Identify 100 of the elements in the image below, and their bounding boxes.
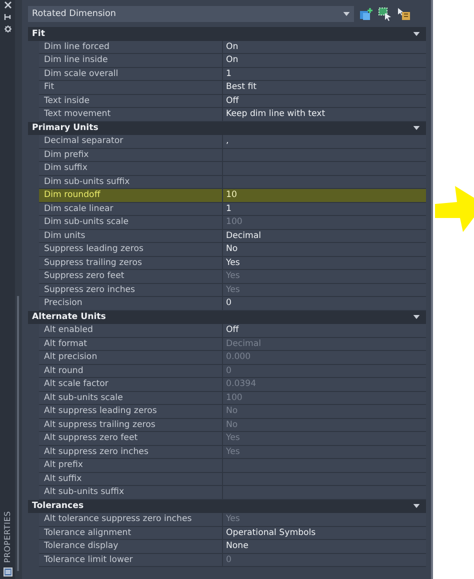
property-value: On [225, 54, 240, 66]
property-label: Tolerance display [39, 540, 223, 552]
property-label: Dim suffix [39, 162, 223, 174]
property-label: Alt suppress leading zeros [39, 405, 223, 418]
property-label: Text inside [39, 94, 223, 107]
property-row[interactable]: Tolerance alignment Operational Symbols [39, 526, 426, 540]
property-label: Dim prefix [39, 148, 223, 161]
property-value: 100 [225, 392, 244, 404]
select-objects-icon[interactable] [378, 6, 392, 20]
property-value: None [225, 540, 250, 552]
property-label: Dim scale overall [39, 68, 223, 80]
property-value: Yes [225, 513, 241, 526]
property-value: Decimal [225, 338, 262, 350]
property-label: Dim line inside [39, 54, 223, 66]
property-row[interactable]: Suppress trailing zeros Yes [39, 256, 426, 270]
caret-icon [413, 126, 420, 130]
property-row[interactable]: Dim units Decimal [39, 230, 426, 243]
property-value: Yes [225, 256, 241, 269]
property-value: No [225, 405, 239, 418]
property-value: No [225, 418, 239, 431]
property-label: Dim sub-units suffix [39, 176, 223, 188]
property-row[interactable]: Fit Best fit [39, 81, 426, 94]
property-label: Alt prefix [39, 459, 223, 472]
property-value: Keep dim line with text [225, 108, 326, 120]
property-label: Suppress leading zeros [39, 243, 223, 256]
close-icon[interactable] [4, 1, 12, 9]
property-label: Alt format [39, 338, 223, 350]
property-label: Alt suppress zero feet [39, 432, 223, 444]
property-label: Alt scale factor [39, 378, 223, 390]
property-value: Yes [225, 284, 241, 296]
add-icon[interactable] [359, 6, 373, 20]
property-label: Dim scale linear [39, 202, 223, 215]
property-value: 1 [225, 202, 232, 215]
property-value: 0 [225, 297, 232, 310]
property-row[interactable]: Decimal separator , [39, 135, 426, 148]
property-value: 0 [225, 554, 232, 566]
property-label: Suppress zero inches [39, 284, 223, 296]
property-row[interactable]: Dim scale linear 1 [39, 202, 426, 216]
property-label: Text movement [39, 108, 223, 120]
property-value: Yes [225, 270, 241, 282]
property-row[interactable]: Tolerance display None [39, 540, 426, 554]
property-row[interactable]: Text movement Keep dim line with text [39, 108, 426, 122]
section-header[interactable]: Alternate Units [28, 310, 426, 324]
property-label: Dim roundoff [39, 189, 223, 202]
property-label: Alt tolerance suppress zero inches [39, 513, 223, 526]
property-row[interactable]: Dim roundoff 10 [39, 189, 426, 202]
property-label: Tolerance limit lower [39, 554, 223, 566]
property-value: 10 [225, 189, 238, 202]
property-row[interactable]: Alt suffix [39, 472, 426, 486]
property-value: No [225, 243, 239, 256]
property-label: Alt sub-units suffix [39, 486, 223, 498]
property-label: Alt enabled [39, 324, 223, 336]
property-value: 100 [225, 216, 244, 228]
property-row[interactable]: Alt prefix [39, 459, 426, 472]
palette-title: PROPERTIES [3, 511, 12, 563]
caret-icon [343, 12, 350, 16]
property-label: Tolerance alignment [39, 526, 223, 539]
property-label: Alt suppress zero inches [39, 446, 223, 458]
property-value: 0 [225, 364, 232, 377]
property-value: , [225, 135, 230, 148]
property-row[interactable]: Dim scale overall 1 [39, 68, 426, 81]
property-value: Yes [225, 446, 241, 458]
property-row[interactable]: Suppress leading zeros No [39, 243, 426, 256]
property-row[interactable]: Alt sub-units suffix [39, 486, 426, 500]
property-row[interactable]: Dim prefix [39, 148, 426, 162]
property-label: Precision [39, 297, 223, 310]
object-type-dropdown[interactable]: Rotated Dimension [28, 6, 354, 22]
property-label: Alt round [39, 364, 223, 377]
property-label: Suppress trailing zeros [39, 256, 223, 269]
property-row[interactable]: Dim sub-units suffix [39, 176, 426, 189]
property-row[interactable]: Precision 0 [39, 297, 426, 310]
property-value: Yes [225, 432, 241, 444]
property-label: Alt sub-units scale [39, 392, 223, 404]
property-row[interactable]: Text inside Off [39, 94, 426, 108]
property-row[interactable]: Alt enabled Off [39, 324, 426, 338]
section-header[interactable]: Tolerances [28, 500, 426, 513]
section-header[interactable]: Fit [28, 27, 426, 40]
property-value: Decimal [225, 230, 262, 242]
property-label: Decimal separator [39, 135, 223, 148]
property-value: Off [225, 94, 240, 107]
property-row[interactable]: Dim line inside On [39, 54, 426, 68]
property-value: 0.000 [225, 351, 252, 364]
property-label: Fit [39, 81, 223, 94]
property-value: Best fit [225, 81, 258, 94]
quick-select-icon[interactable] [397, 6, 411, 20]
settings-icon[interactable] [4, 25, 12, 33]
property-label: Suppress zero feet [39, 270, 223, 282]
property-label: Alt suppress trailing zeros [39, 418, 223, 431]
property-value: On [225, 40, 240, 53]
property-label: Dim line forced [39, 40, 223, 53]
section-header[interactable]: Primary Units [28, 122, 426, 135]
property-label: Alt precision [39, 351, 223, 364]
property-label: Dim units [39, 230, 223, 242]
caret-icon [413, 32, 420, 36]
property-row[interactable]: Dim suffix [39, 162, 426, 176]
scrollbar[interactable] [17, 296, 19, 571]
property-label: Alt suffix [39, 472, 223, 485]
property-row[interactable]: Dim line forced On [39, 40, 426, 54]
property-value: 0.0394 [225, 378, 258, 390]
properties-icon[interactable] [2, 567, 12, 577]
